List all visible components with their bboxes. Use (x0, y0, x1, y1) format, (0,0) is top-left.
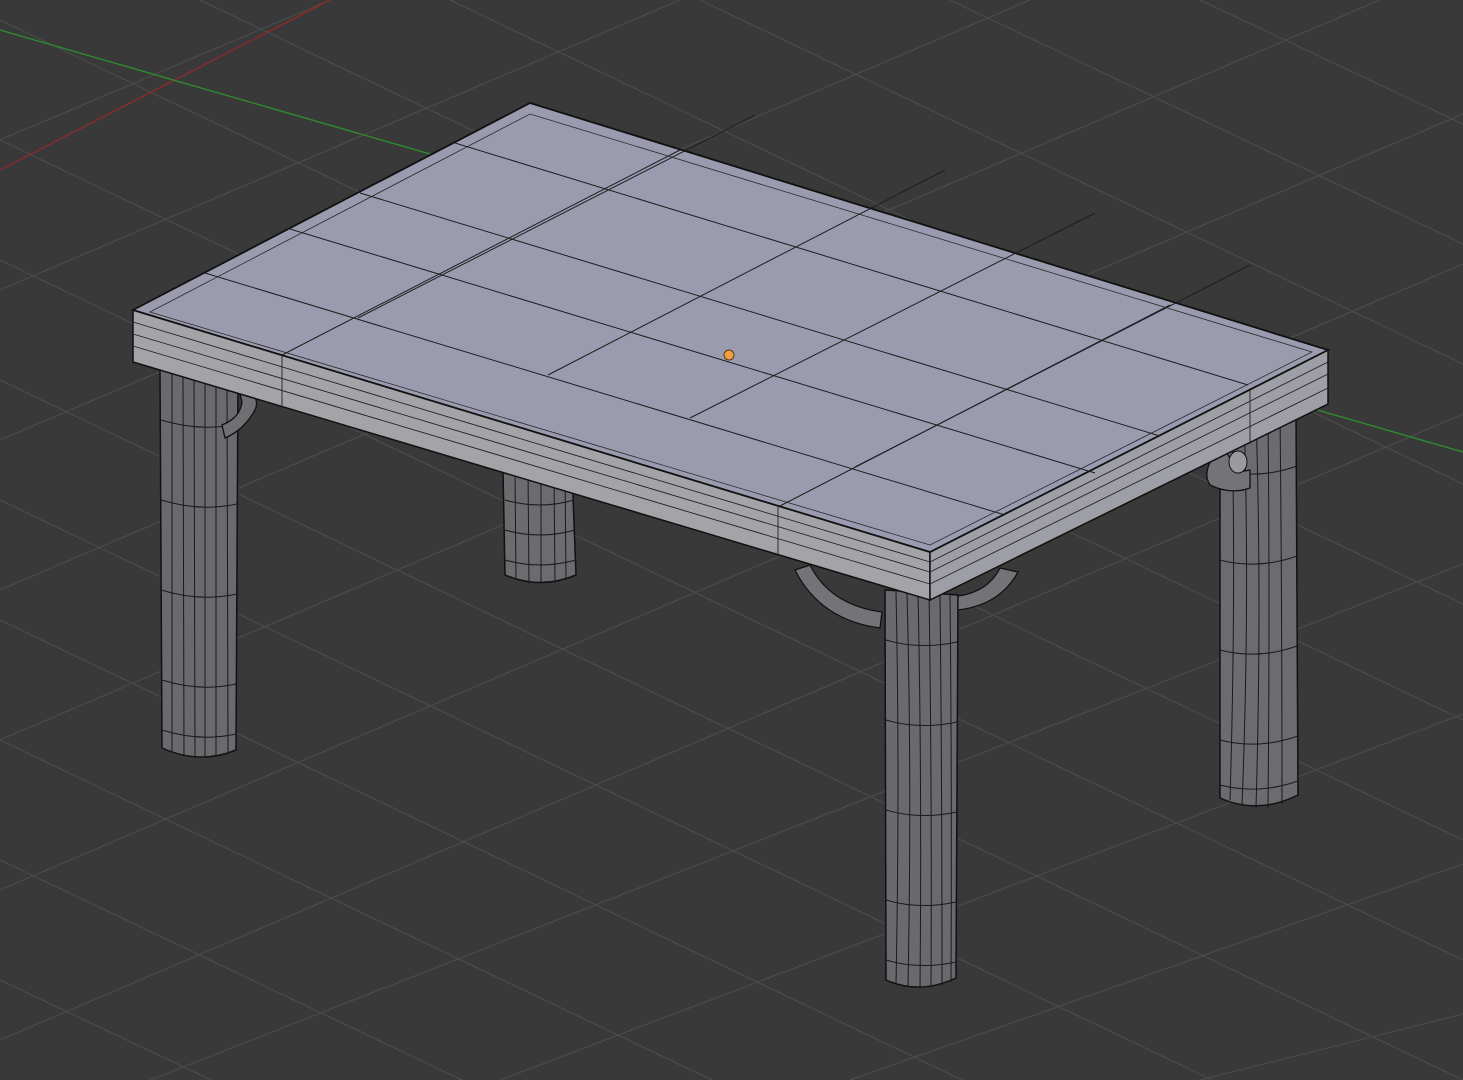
x-axis-line (0, 0, 331, 171)
table-leg-left[interactable] (159, 369, 258, 759)
viewport-canvas[interactable] (0, 0, 1463, 1080)
table-leg-right[interactable] (1206, 411, 1299, 809)
object-origin-dot[interactable] (723, 349, 735, 361)
3d-viewport[interactable] (0, 0, 1463, 1080)
